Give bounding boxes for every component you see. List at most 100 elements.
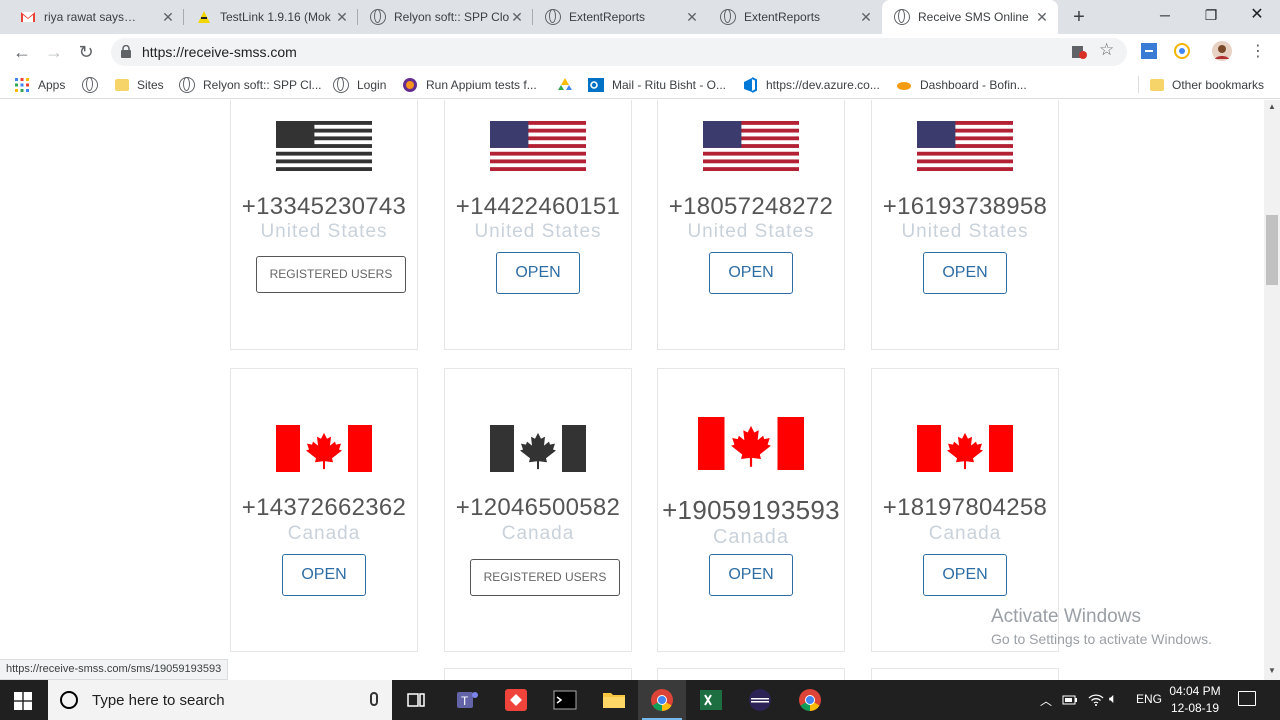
bookmark-label: Relyon soft:: SPP Cl... — [203, 78, 322, 92]
testlink-icon — [198, 11, 210, 23]
close-icon[interactable]: ✕ — [684, 9, 700, 26]
bookmark-appium[interactable]: Run Appium tests f... — [402, 76, 537, 94]
teams-icon: T — [457, 692, 478, 708]
star-bookmark-icon[interactable]: ☆ — [1099, 40, 1114, 60]
phone-number: +12046500582 — [455, 494, 621, 521]
canada-flag — [276, 425, 372, 472]
bookmark-sites[interactable]: Sites — [115, 76, 164, 94]
bookmark-other[interactable]: Other bookmarks — [1150, 76, 1264, 94]
terminal-app[interactable] — [541, 680, 589, 720]
excel-app[interactable] — [687, 680, 735, 720]
anydesk-app[interactable] — [492, 680, 540, 720]
bookmark-relyon[interactable]: Relyon soft:: SPP Cl... — [179, 76, 322, 94]
chrome-icon — [651, 689, 673, 711]
bookmark-label: Mail - Ritu Bisht - O... — [612, 78, 727, 92]
link-status-bar: https://receive-smss.com/sms/19059193593 — [0, 659, 229, 680]
tab-testlink[interactable]: TestLink 1.9.16 (Mok ✕ — [184, 0, 358, 34]
tab-relyon[interactable]: Relyon soft:: SPP Clo ✕ — [358, 0, 533, 34]
bookmark-apps[interactable]: Apps — [14, 76, 65, 94]
bookmark-label: Run Appium tests f... — [426, 78, 537, 92]
registered-users-button[interactable]: REGISTERED USERS — [470, 559, 620, 596]
us-flag-gray — [276, 121, 372, 171]
close-icon[interactable]: ✕ — [334, 9, 350, 26]
registered-users-button[interactable]: REGISTERED USERS — [256, 256, 406, 293]
globe-icon — [370, 9, 386, 25]
file-explorer-app[interactable] — [590, 680, 638, 720]
extension-icon[interactable] — [1140, 42, 1158, 60]
tab-title: riya rawat says… — [44, 10, 137, 24]
teams-app[interactable]: T — [443, 680, 491, 720]
country-label: Canada — [712, 526, 790, 548]
volume-icon[interactable]: 🔈︎ — [1109, 690, 1117, 707]
bookmark-dashboard[interactable]: Dashboard - Bofin... — [896, 76, 1027, 94]
globe-icon — [894, 9, 910, 25]
close-icon[interactable]: ✕ — [1034, 9, 1050, 26]
close-icon[interactable]: ✕ — [509, 9, 525, 26]
eclipse-app[interactable] — [736, 680, 784, 720]
wifi-icon[interactable] — [1088, 692, 1104, 708]
close-icon[interactable]: ✕ — [858, 9, 874, 26]
reload-button[interactable]: ↻ — [72, 38, 100, 66]
language-indicator[interactable]: ENG — [1136, 692, 1162, 706]
scroll-down-arrow[interactable]: ▼ — [1268, 666, 1276, 675]
cortana-icon — [60, 691, 78, 709]
azure-devops-icon — [744, 77, 757, 93]
back-button[interactable]: ← — [8, 38, 36, 66]
folder-icon — [1150, 79, 1164, 91]
open-button[interactable]: OPEN — [709, 252, 793, 294]
bookmark-drive[interactable] — [557, 76, 581, 94]
scrollbar-thumb[interactable] — [1266, 215, 1278, 285]
bookmark-mail[interactable]: Mail - Ritu Bisht - O... — [588, 76, 726, 94]
forward-button[interactable]: → — [40, 38, 68, 66]
battery-icon[interactable] — [1062, 693, 1078, 707]
tab-receive-sms[interactable]: Receive SMS Online ✕ — [882, 0, 1058, 34]
phone-number: +18057248272 — [668, 193, 834, 220]
open-button[interactable]: OPEN — [923, 554, 1007, 596]
number-card — [657, 668, 845, 680]
chrome-app-active[interactable] — [638, 680, 686, 720]
us-flag — [703, 121, 799, 171]
bookmark-globe[interactable] — [82, 76, 106, 94]
taskbar-search-box[interactable]: Type here to search — [48, 680, 392, 720]
extension-icon-2[interactable] — [1173, 42, 1191, 60]
us-flag — [490, 121, 586, 171]
notification-icon[interactable] — [1238, 691, 1256, 706]
tab-title: Receive SMS Online — [918, 10, 1029, 24]
close-window-button[interactable]: ✕ — [1234, 0, 1280, 30]
blocked-popup-icon[interactable] — [1071, 44, 1087, 60]
minimize-button[interactable]: ─ — [1142, 0, 1188, 30]
system-clock[interactable]: 04:04 PM 12-08-19 — [1166, 683, 1224, 717]
open-button[interactable]: OPEN — [496, 252, 580, 294]
bookmark-label: Dashboard - Bofin... — [920, 78, 1027, 92]
tab-extentreports-1[interactable]: ExtentReports ✕ — [533, 0, 708, 34]
task-view-icon — [407, 693, 425, 707]
page-scrollbar[interactable]: ▲ ▼ — [1264, 100, 1280, 680]
terminal-icon — [553, 690, 577, 710]
menu-icon[interactable]: ⋮ — [1244, 38, 1272, 66]
task-view-button[interactable] — [392, 680, 440, 720]
number-card-hovered: +19059193593 Canada OPEN — [657, 368, 845, 652]
open-button[interactable]: OPEN — [923, 252, 1007, 294]
bookmark-label: https://dev.azure.co... — [766, 78, 880, 92]
bookmark-login[interactable]: Login — [333, 76, 386, 94]
microphone-icon[interactable] — [370, 692, 378, 706]
number-card — [444, 668, 632, 680]
chrome-app-2[interactable] — [786, 680, 834, 720]
windows-start-icon[interactable] — [14, 692, 32, 710]
restore-button[interactable]: ❐ — [1188, 0, 1234, 30]
number-card: +18057248272 United States OPEN — [657, 100, 845, 350]
close-icon[interactable]: ✕ — [160, 9, 176, 26]
address-bar[interactable]: https://receive-smss.com ☆ — [111, 38, 1127, 66]
globe-icon — [720, 9, 736, 25]
chevron-up-icon[interactable]: ︿ — [1040, 692, 1052, 709]
search-placeholder: Type here to search — [92, 691, 225, 709]
tab-gmail[interactable]: riya rawat says… ✕ — [8, 0, 184, 34]
bookmark-azure[interactable]: https://dev.azure.co... — [742, 76, 880, 94]
profile-avatar[interactable] — [1212, 41, 1232, 61]
scroll-up-arrow[interactable]: ▲ — [1268, 102, 1276, 111]
globe-icon — [333, 77, 349, 93]
new-tab-button[interactable]: + — [1068, 6, 1090, 28]
open-button[interactable]: OPEN — [709, 554, 793, 596]
tab-extentreports-2[interactable]: ExtentReports ✕ — [708, 0, 882, 34]
open-button[interactable]: OPEN — [282, 554, 366, 596]
